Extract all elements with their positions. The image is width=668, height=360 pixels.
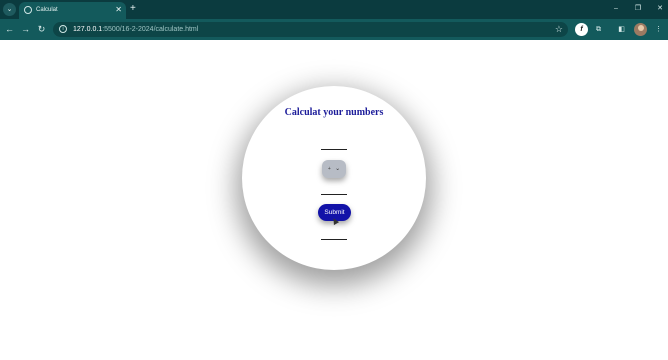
window-controls: – ❐ ✕ bbox=[612, 2, 664, 16]
calculator-card: Calculat your numbers + ⌄ Submit bbox=[242, 86, 426, 270]
tab-search-button[interactable]: ⌄ bbox=[3, 3, 16, 16]
operator-value: + bbox=[327, 166, 333, 172]
back-arrow-icon[interactable]: ← bbox=[3, 23, 16, 36]
minimize-button[interactable]: – bbox=[612, 2, 620, 16]
page-title: Calculat your numbers bbox=[284, 107, 384, 118]
reload-icon[interactable]: ↻ bbox=[35, 23, 48, 36]
profile-avatar[interactable] bbox=[634, 23, 647, 36]
new-tab-button[interactable]: + bbox=[130, 2, 136, 16]
bookmark-star-icon[interactable]: ☆ bbox=[555, 23, 563, 36]
operator-select[interactable]: + ⌄ bbox=[322, 160, 346, 178]
url-text[interactable]: 127.0.0.1:5500/16-2-2024/calculate.html bbox=[73, 24, 198, 35]
browser-toolbar: ← → ↻ i 127.0.0.1:5500/16-2-2024/calcula… bbox=[0, 19, 668, 40]
page-body: Calculat your numbers + ⌄ Submit bbox=[0, 40, 668, 360]
puzzle-extensions-icon[interactable]: ⧉ bbox=[592, 23, 605, 36]
close-tab-icon[interactable]: ✕ bbox=[115, 5, 122, 15]
restore-button[interactable]: ❐ bbox=[634, 2, 642, 16]
close-window-button[interactable]: ✕ bbox=[656, 2, 664, 16]
side-panel-icon[interactable]: ◧ bbox=[615, 23, 628, 36]
extension-icon[interactable]: f bbox=[575, 23, 588, 36]
chevron-down-icon: ⌄ bbox=[335, 166, 341, 172]
second-number-input[interactable] bbox=[321, 189, 347, 195]
tab-calculat[interactable]: Calculat ✕ bbox=[19, 2, 126, 19]
menu-kebab-icon[interactable]: ⋮ bbox=[652, 23, 665, 36]
first-number-input[interactable] bbox=[321, 144, 347, 150]
tab-title: Calculat bbox=[36, 7, 58, 13]
globe-icon bbox=[24, 6, 32, 14]
address-bar[interactable]: i 127.0.0.1:5500/16-2-2024/calculate.htm… bbox=[53, 22, 568, 37]
site-info-icon[interactable]: i bbox=[59, 25, 67, 33]
tab-strip: ⌄ Calculat ✕ + – ❐ ✕ bbox=[0, 0, 668, 19]
result-field[interactable] bbox=[321, 234, 347, 240]
forward-arrow-icon[interactable]: → bbox=[19, 23, 32, 36]
